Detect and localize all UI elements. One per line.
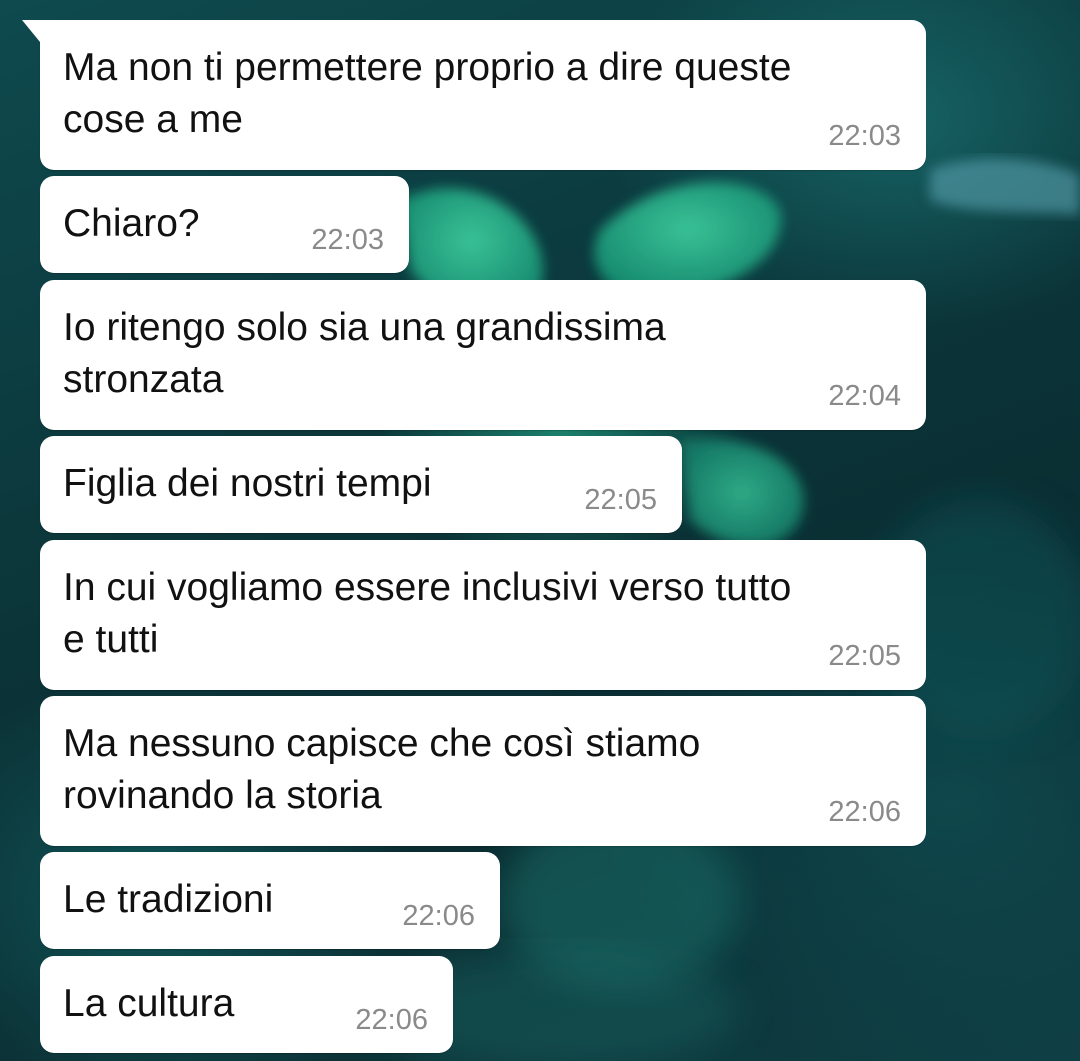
message-text: La cultura [63, 982, 235, 1025]
message-text: In cui vogliamo essere inclusivi verso t… [63, 566, 792, 661]
message-timestamp: 22:06 [402, 900, 475, 932]
message-bubble[interactable]: Le tradizioni 22:06 [40, 852, 500, 949]
message-timestamp: 22:04 [828, 380, 901, 412]
message-timestamp: 22:05 [828, 640, 901, 672]
bubble-tail [22, 20, 40, 42]
message-timestamp: 22:06 [355, 1004, 428, 1036]
message-timestamp: 22:03 [311, 224, 384, 256]
message-bubble[interactable]: Io ritengo solo sia una grandissima stro… [40, 280, 926, 430]
message-list[interactable]: Ma non ti permettere proprio a dire ques… [0, 0, 1080, 1061]
message-bubble[interactable]: Chiaro? 22:03 [40, 176, 409, 273]
message-text: Io ritengo solo sia una grandissima stro… [63, 306, 666, 401]
message-text: Ma non ti permettere proprio a dire ques… [63, 46, 792, 141]
message-bubble[interactable]: In cui vogliamo essere inclusivi verso t… [40, 540, 926, 690]
message-bubble[interactable]: Ma nessuno capisce che così stiamo rovin… [40, 696, 926, 846]
message-timestamp: 22:03 [828, 120, 901, 152]
message-text: Figlia dei nostri tempi [63, 462, 432, 505]
message-timestamp: 22:06 [828, 796, 901, 828]
message-text: Ma nessuno capisce che così stiamo rovin… [63, 722, 701, 817]
message-bubble[interactable]: La cultura 22:06 [40, 956, 453, 1053]
message-text: Le tradizioni [63, 878, 274, 921]
message-bubble[interactable]: Ma non ti permettere proprio a dire ques… [22, 20, 926, 170]
message-text: Chiaro? [63, 202, 200, 245]
message-bubble[interactable]: Figlia dei nostri tempi 22:05 [40, 436, 682, 533]
message-timestamp: 22:05 [584, 484, 657, 516]
